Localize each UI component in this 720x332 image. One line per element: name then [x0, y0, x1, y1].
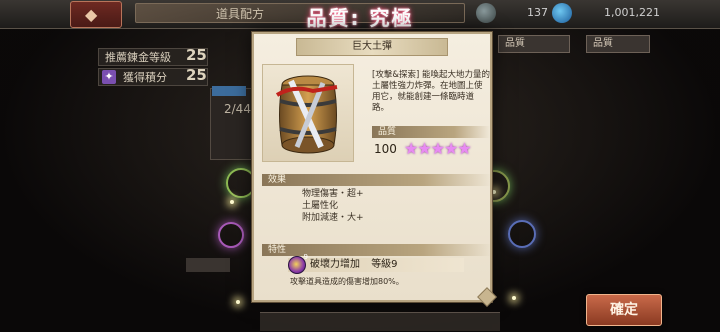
item-image-frame [262, 64, 354, 162]
barrel-bomb-icon [275, 75, 338, 154]
traits-section-header: 特性 [262, 244, 492, 256]
quality-value: 100 [374, 142, 397, 156]
sparkle [512, 296, 516, 300]
effect-item: 附加減速・大+ [302, 213, 364, 223]
swirl-decoration [218, 222, 244, 248]
trait-description: 攻擊道具造成的傷害增加80%。 [290, 277, 404, 286]
star-icon: ✦ [102, 70, 116, 84]
confirm-button[interactable]: 確定 [586, 294, 662, 326]
recommended-level-value: 25 [186, 46, 207, 64]
material-card[interactable] [210, 88, 252, 160]
quality-button[interactable]: 品質 [586, 35, 650, 53]
swirl-decoration [508, 220, 536, 248]
item-description: [攻擊&探索] 能喚起大地力量的土屬性強力炸彈。在地圖上使用它，就能創建一條臨時… [372, 70, 490, 113]
side-tab[interactable] [186, 258, 230, 272]
quality-toggle-button[interactable]: 品質 [498, 35, 570, 53]
sparkle [492, 190, 496, 194]
points-value: 25 [186, 66, 207, 84]
sparkle [230, 200, 234, 204]
quality-stars: ★★★★★ [404, 139, 472, 158]
sparkle [236, 300, 240, 304]
material-card-badge [212, 86, 246, 96]
trait-name: 破壞力增加 [310, 259, 360, 270]
trait-orb-icon: 9 [288, 253, 308, 274]
item-name: 巨大土彈 [296, 38, 448, 56]
trait-row[interactable]: 破壞力增加 等級9 [288, 258, 464, 272]
quality-section-header: 品質 [372, 126, 490, 138]
trait-level: 等級9 [371, 259, 398, 270]
trait-badge: 9 [303, 253, 308, 261]
item-detail-card: 巨大土彈 [攻擊&探索] 能喚起大地力量的土屬性強力炸彈。在地圖上使用它，就能創… [252, 32, 497, 307]
bottom-bar [260, 312, 500, 331]
effects-section-header: 效果 [262, 174, 492, 186]
quality-title: 品質: 究極 [306, 6, 414, 30]
material-card-count: 2/44 [224, 102, 251, 116]
